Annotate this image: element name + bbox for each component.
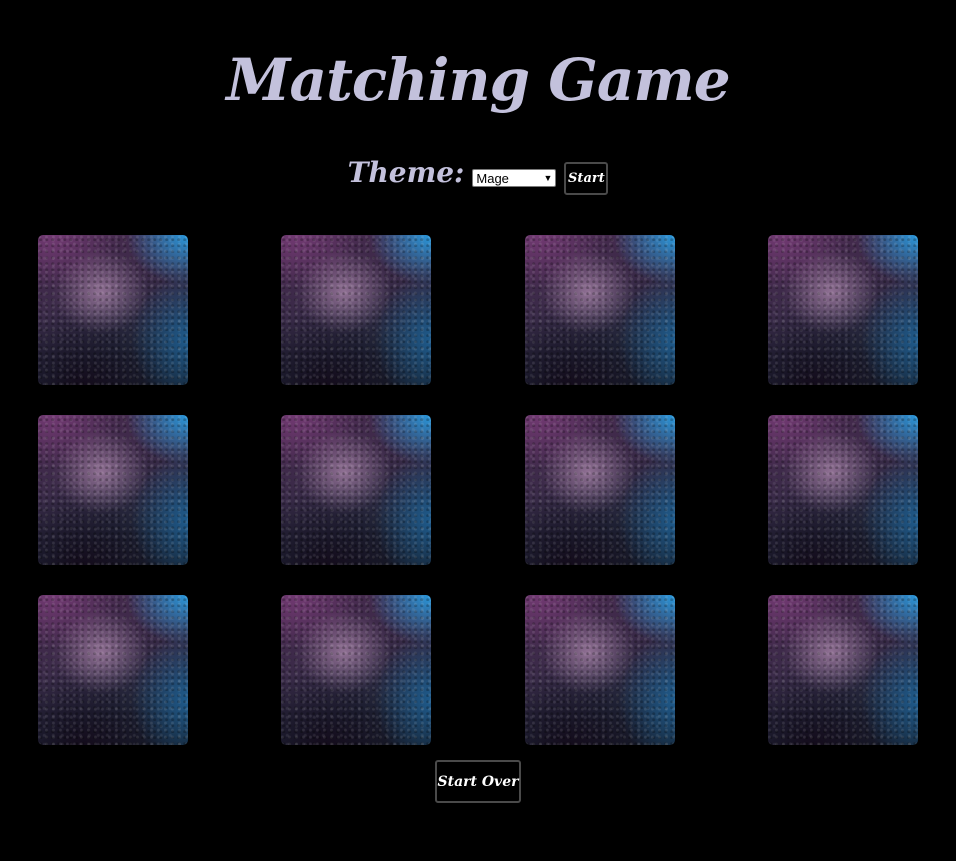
card[interactable] — [525, 415, 675, 565]
card[interactable] — [38, 235, 188, 385]
card[interactable] — [525, 235, 675, 385]
start-over-button[interactable]: Start Over — [435, 760, 521, 803]
card[interactable] — [281, 595, 431, 745]
card[interactable] — [768, 595, 918, 745]
card[interactable] — [38, 595, 188, 745]
card[interactable] — [768, 235, 918, 385]
card[interactable] — [281, 415, 431, 565]
card[interactable] — [768, 415, 918, 565]
card[interactable] — [525, 595, 675, 745]
card[interactable] — [281, 235, 431, 385]
card-board — [0, 0, 956, 861]
card[interactable] — [38, 415, 188, 565]
